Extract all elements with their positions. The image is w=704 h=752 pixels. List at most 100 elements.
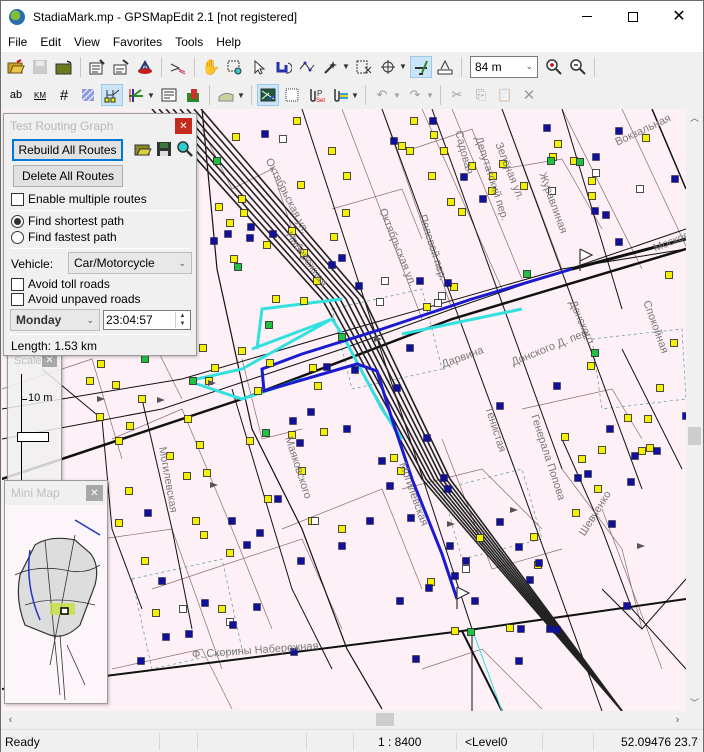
magic-wand-dropdown[interactable]: ▼: [342, 62, 350, 71]
measure-button[interactable]: [410, 55, 432, 78]
zoom-in-button[interactable]: [543, 56, 565, 78]
rebuild-all-routes-button[interactable]: Rebuild All Routes: [12, 139, 123, 161]
delete-button[interactable]: ✕: [518, 84, 540, 106]
edit-object-button[interactable]: [110, 56, 132, 78]
km-grid-button[interactable]: KM: [29, 84, 51, 106]
junction-dropdown[interactable]: ▼: [147, 91, 155, 100]
find-fastest-path-radio[interactable]: Find fastest path: [11, 230, 117, 244]
redo-dropdown[interactable]: ▼: [426, 91, 434, 100]
scale-slider[interactable]: [17, 432, 49, 442]
zoom-rect-button[interactable]: [224, 56, 246, 78]
menu-help[interactable]: Help: [209, 35, 247, 49]
rotate-button[interactable]: [272, 56, 294, 78]
status-scale: 1 : 8400: [378, 735, 422, 749]
time-input[interactable]: 23:04:57 ▲ ▼: [103, 310, 191, 330]
secondary-toolbar: ab KM # ▼ ▼ P Set ▼ ↶ ▼ ↷ ▼ ✂ ⎘ 📋 ✕: [1, 81, 703, 109]
scale-combo[interactable]: 84 m ⌄: [470, 55, 538, 78]
poi-marker: [546, 625, 554, 633]
scroll-down-arrow[interactable]: ﹀: [686, 694, 703, 711]
resize-grip-icon[interactable]: ⋰: [693, 738, 701, 747]
direction-arrow-icon: [157, 397, 165, 403]
map-properties-button[interactable]: [134, 56, 156, 78]
junction-node: [338, 333, 346, 341]
undo-button[interactable]: ↶: [371, 84, 393, 106]
undo-dropdown[interactable]: ▼: [393, 91, 401, 100]
close-button[interactable]: ✕: [656, 1, 702, 32]
horizontal-scroll-thumb[interactable]: [376, 713, 394, 726]
gps-track-button[interactable]: P Set: [305, 84, 327, 106]
poi-marker: [535, 559, 543, 567]
labels-button[interactable]: ab: [5, 84, 27, 106]
toolbar-separator: [461, 56, 462, 77]
maximize-button[interactable]: [610, 1, 656, 32]
hatch-button[interactable]: [77, 84, 99, 106]
zoom-out-button[interactable]: [567, 56, 589, 78]
vertical-scroll-thumb[interactable]: [688, 427, 701, 445]
close-mini-map-button[interactable]: ✕: [86, 485, 103, 501]
km-grid-icon: KM: [34, 90, 46, 100]
trace-button[interactable]: [167, 56, 189, 78]
routing-graph-button[interactable]: [101, 84, 123, 106]
info-panel-button[interactable]: [158, 84, 180, 106]
open-folder-button[interactable]: [53, 56, 75, 78]
find-shortest-path-radio[interactable]: Find shortest path: [11, 214, 124, 228]
road-node: [342, 209, 350, 217]
mini-map-viewport[interactable]: [60, 607, 69, 615]
grid-button[interactable]: #: [53, 84, 75, 106]
day-select[interactable]: Monday ⌄: [10, 309, 100, 331]
spin-up-icon[interactable]: ▲: [176, 312, 189, 320]
open-button[interactable]: [5, 56, 27, 78]
zoom-rect-icon: [227, 60, 242, 74]
street-line: [381, 109, 603, 711]
delete-all-routes-button[interactable]: Delete All Routes: [13, 165, 123, 187]
transparent-dropdown[interactable]: ▼: [237, 91, 245, 100]
scroll-left-arrow[interactable]: ‹: [2, 711, 19, 728]
minimize-button[interactable]: [564, 1, 610, 32]
junction-button[interactable]: [125, 84, 147, 106]
menu-file[interactable]: File: [1, 35, 33, 49]
raster-button[interactable]: [257, 84, 279, 106]
enable-multiple-routes-checkbox[interactable]: Enable multiple routes: [11, 192, 147, 206]
time-spinner[interactable]: ▲ ▼: [175, 312, 189, 328]
horizontal-scrollbar[interactable]: ‹ ›: [2, 711, 686, 728]
scroll-right-arrow[interactable]: ›: [669, 711, 686, 728]
crop-button[interactable]: [353, 56, 375, 78]
spin-down-icon[interactable]: ▼: [176, 320, 189, 328]
vehicle-select[interactable]: Car/Motorcycle ⌄: [68, 252, 192, 274]
hand-pan-button[interactable]: ✋: [200, 56, 222, 78]
copy-button[interactable]: ⎘: [470, 84, 492, 106]
attach-dropdown[interactable]: ▼: [351, 91, 359, 100]
cut-button[interactable]: ✂: [446, 84, 468, 106]
close-routing-panel-button[interactable]: ✕: [175, 118, 192, 134]
attach-button[interactable]: [329, 84, 351, 106]
magic-wand-button[interactable]: [320, 56, 342, 78]
vertical-scrollbar[interactable]: ︿ ﹀: [686, 109, 703, 711]
menu-edit[interactable]: Edit: [33, 35, 67, 49]
menu-favorites[interactable]: Favorites: [106, 35, 168, 49]
properties-button[interactable]: [86, 56, 108, 78]
move-button[interactable]: [377, 56, 399, 78]
select-button[interactable]: [248, 56, 270, 78]
avoid-unpaved-roads-checkbox[interactable]: Avoid unpaved roads: [11, 292, 141, 306]
paste-button[interactable]: 📋: [494, 84, 516, 106]
ruler-button[interactable]: [434, 56, 456, 78]
mini-map-river: [74, 519, 101, 536]
save-button[interactable]: [29, 56, 51, 78]
mini-map-canvas[interactable]: [5, 505, 107, 703]
find-route-button[interactable]: [175, 139, 195, 159]
redo-button[interactable]: ↷: [404, 84, 426, 106]
road-node: [428, 172, 436, 180]
road-node: [451, 627, 459, 635]
blank-page-button[interactable]: [281, 84, 303, 106]
poi-button[interactable]: [182, 84, 204, 106]
junction-node: [576, 158, 584, 166]
menu-tools[interactable]: Tools: [168, 35, 209, 49]
menu-view[interactable]: View: [67, 35, 106, 49]
open-routes-button[interactable]: [133, 139, 153, 159]
avoid-toll-roads-checkbox[interactable]: Avoid toll roads: [11, 277, 110, 291]
move-dropdown[interactable]: ▼: [399, 62, 407, 71]
transparent-button[interactable]: [215, 84, 237, 106]
edit-nodes-button[interactable]: [296, 56, 318, 78]
scroll-up-arrow[interactable]: ︿: [686, 109, 703, 126]
save-routes-button[interactable]: [154, 139, 174, 159]
